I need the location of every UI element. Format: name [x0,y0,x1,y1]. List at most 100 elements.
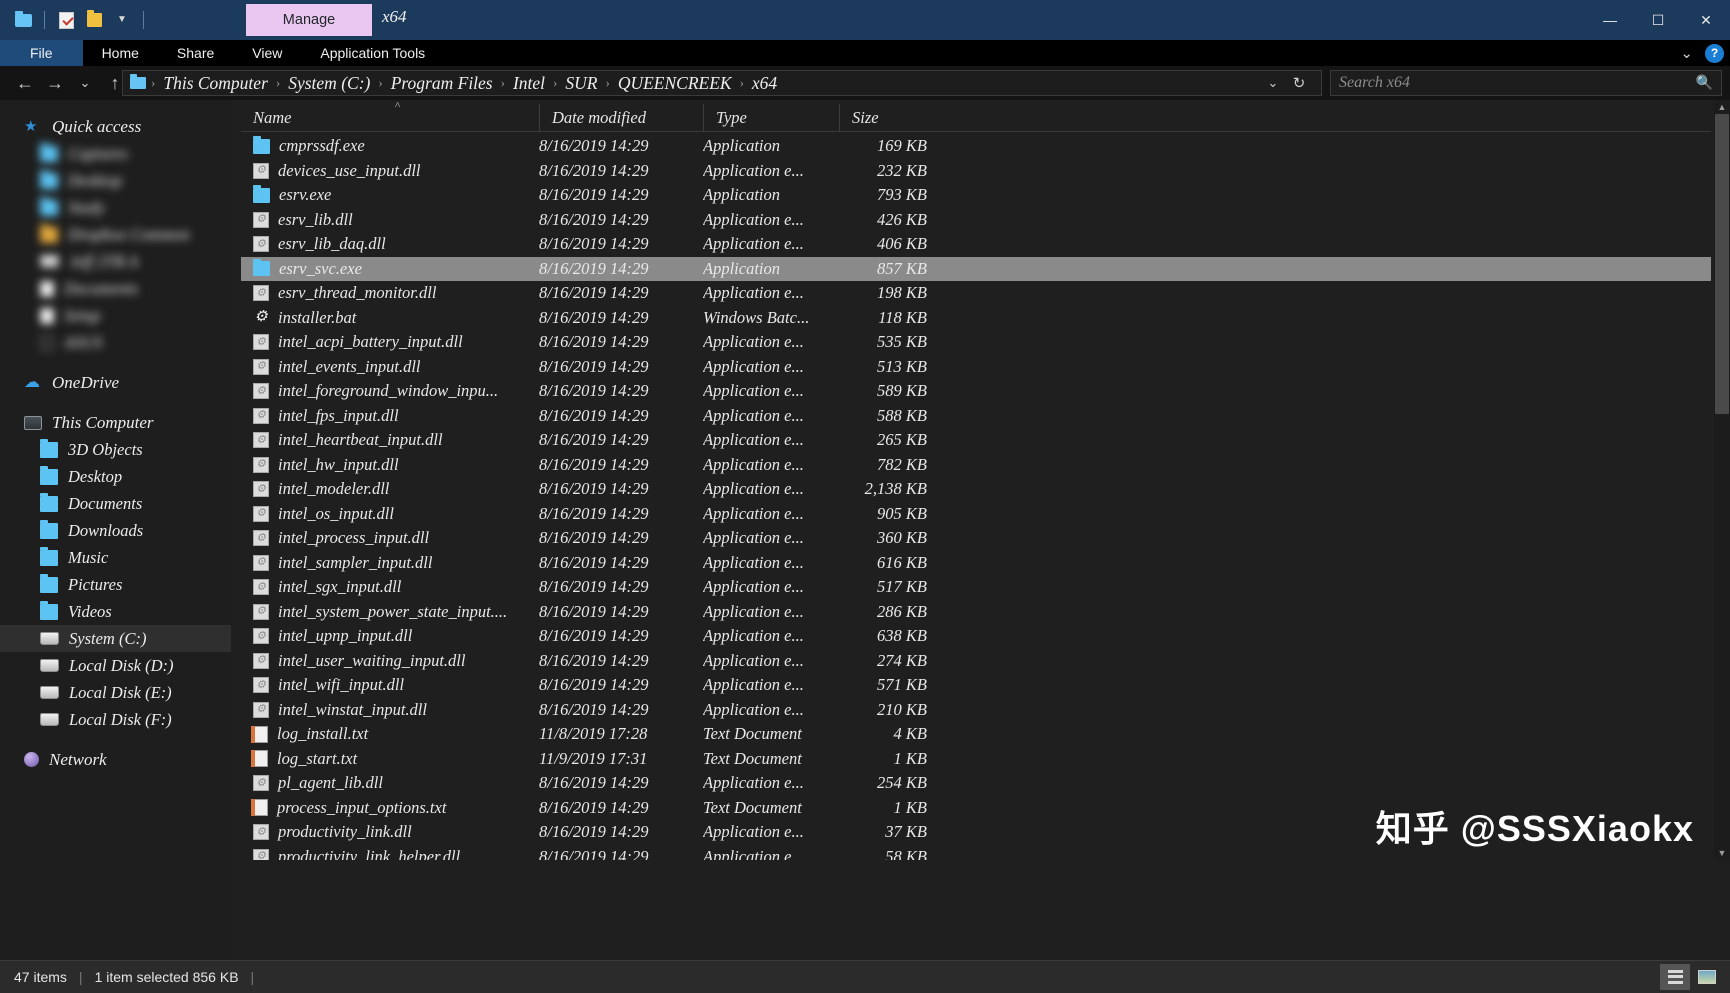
sidebar-item-downloads[interactable]: Downloads [0,517,231,544]
tab-share[interactable]: Share [158,40,233,66]
breadcrumb-system-c[interactable]: System (C:) [285,73,373,94]
new-folder-icon[interactable] [81,7,107,33]
sidebar-item-onedrive[interactable]: ☁ OneDrive [0,369,231,396]
table-row[interactable]: intel_winstat_input.dll 8/16/2019 14:29 Ap… [241,698,1711,723]
table-row[interactable]: ⚙ installer.bat 8/16/2019 14:29 Windows Bat… [241,306,1711,331]
sidebar-item-qa-6[interactable]: Setup [0,302,231,329]
table-row[interactable]: esrv_svc.exe 8/16/2019 14:29 Application 85… [241,256,1711,281]
breadcrumb[interactable]: › This Computer › System (C:) › Program … [122,70,1322,96]
breadcrumb-this-computer[interactable]: This Computer [160,73,271,94]
sidebar-item-quick-access[interactable]: ★ Quick access [0,113,231,140]
sidebar-item-music[interactable]: Music [0,544,231,571]
table-row[interactable]: intel_events_input.dll 8/16/2019 14:29 App… [241,355,1711,380]
table-row[interactable]: esrv_lib.dll 8/16/2019 14:29 Application e… [241,208,1711,233]
chevron-down-icon[interactable]: ⌄ [1680,44,1693,62]
file-rows[interactable]: cmprssdf.exe 8/16/2019 14:29 Application 16… [241,134,1711,866]
table-row[interactable]: intel_system_power_state_input.... 8/16/2… [241,600,1711,625]
refresh-icon[interactable]: ↻ [1286,71,1312,95]
table-row[interactable]: esrv_lib_daq.dll 8/16/2019 14:29 Applicati… [241,232,1711,257]
properties-icon[interactable] [53,7,79,33]
table-row[interactable]: intel_fps_input.dll 8/16/2019 14:29 Applic… [241,404,1711,429]
tab-manage[interactable]: Manage [246,4,372,36]
search-icon[interactable]: 🔍 [1696,75,1713,92]
back-button[interactable]: ← [10,69,40,97]
search-input[interactable] [1339,74,1679,92]
breadcrumb-separator-6[interactable]: › [735,75,749,91]
sidebar-item-videos[interactable]: Videos [0,598,231,625]
details-view-icon[interactable] [1660,964,1690,990]
chevron-down-icon[interactable]: ▼ [109,7,135,33]
table-row[interactable]: cmprssdf.exe 8/16/2019 14:29 Application 16… [241,134,1711,159]
table-row[interactable]: intel_upnp_input.dll 8/16/2019 14:29 Appli… [241,624,1711,649]
sidebar-item-network[interactable]: Network [0,746,231,773]
table-row[interactable]: intel_user_waiting_input.dll 8/16/2019 14… [241,649,1711,674]
table-row[interactable]: intel_modeler.dll 8/16/2019 14:29 Applicat… [241,477,1711,502]
tab-application-tools[interactable]: Application Tools [301,40,444,66]
sidebar-item-local-disk-d[interactable]: Local Disk (D:) [0,652,231,679]
sidebar-item-qa-5[interactable]: Documents [0,275,231,302]
breadcrumb-separator-5[interactable]: › [600,75,614,91]
column-header-date-modified[interactable]: Date modified [539,103,703,132]
table-row[interactable]: intel_hw_input.dll 8/16/2019 14:29 Applica… [241,453,1711,478]
sidebar-item-qa-4[interactable]: Jeff 2TB A [0,248,231,275]
breadcrumb-separator-3[interactable]: › [496,75,510,91]
vertical-scrollbar[interactable]: ▲ ▼ [1714,100,1730,860]
scrollbar-thumb[interactable] [1715,114,1729,414]
tab-view[interactable]: View [233,40,301,66]
sidebar-item-pictures[interactable]: Pictures [0,571,231,598]
column-header-size[interactable]: Size [839,103,931,132]
recent-locations-icon[interactable]: ⌄ [70,69,100,97]
tab-file[interactable]: File [0,40,83,66]
sidebar-item-qa-3[interactable]: Dropbox Common [0,221,231,248]
scroll-down-arrow-icon[interactable]: ▼ [1714,846,1730,860]
sidebar-item-this-computer[interactable]: This Computer [0,409,231,436]
column-header-name[interactable]: Name [241,104,539,132]
sidebar-item-documents[interactable]: Documents [0,490,231,517]
sidebar-item-desktop[interactable]: Desktop [0,463,231,490]
tab-home[interactable]: Home [83,40,158,66]
table-row[interactable]: intel_foreground_window_inpu... 8/16/2019… [241,379,1711,404]
sidebar-item-qa-1[interactable]: Desktop [0,167,231,194]
table-row[interactable]: esrv.exe 8/16/2019 14:29 Application 793 KB [241,183,1711,208]
table-row[interactable]: log_install.txt 11/8/2019 17:28 Text Docum… [241,722,1711,747]
table-row[interactable]: intel_os_input.dll 8/16/2019 14:29 Applica… [241,502,1711,527]
breadcrumb-separator-1[interactable]: › [271,75,285,91]
breadcrumb-separator-4[interactable]: › [548,75,562,91]
table-row[interactable]: intel_sampler_input.dll 8/16/2019 14:29 Ap… [241,551,1711,576]
table-row[interactable]: intel_heartbeat_input.dll 8/16/2019 14:29… [241,428,1711,453]
breadcrumb-intel[interactable]: Intel [510,73,548,94]
navigation-pane[interactable]: ★ Quick access Captures Desktop Study Dr… [0,100,231,860]
forward-button[interactable]: → [40,69,70,97]
sidebar-item-system-c[interactable]: System (C:) [0,625,231,652]
breadcrumb-x64[interactable]: x64 [749,73,780,94]
breadcrumb-separator-2[interactable]: › [373,75,387,91]
sidebar-item-qa-0[interactable]: Captures [0,140,231,167]
breadcrumb-queencreek[interactable]: QUEENCREEK [615,73,735,94]
sidebar-item-local-disk-f[interactable]: Local Disk (F:) [0,706,231,733]
sidebar-item-3d-objects[interactable]: 3D Objects [0,436,231,463]
sidebar-item-local-disk-e[interactable]: Local Disk (E:) [0,679,231,706]
sidebar-label-local-disk-f: Local Disk (F:) [69,709,172,729]
close-button[interactable]: ✕ [1682,0,1730,40]
table-row[interactable]: esrv_thread_monitor.dll 8/16/2019 14:29 Ap… [241,281,1711,306]
search-box[interactable]: 🔍 [1330,70,1722,96]
large-icons-view-icon[interactable] [1692,964,1722,990]
chevron-down-icon[interactable]: ⌄ [1260,71,1286,95]
table-row[interactable]: pl_agent_lib.dll 8/16/2019 14:29 Applicati… [241,771,1711,796]
table-row[interactable]: intel_sgx_input.dll 8/16/2019 14:29 Applic… [241,575,1711,600]
scroll-up-arrow-icon[interactable]: ▲ [1714,100,1730,114]
maximize-button[interactable]: ☐ [1634,0,1682,40]
table-row[interactable]: log_start.txt 11/9/2019 17:31 Text Documen… [241,747,1711,772]
table-row[interactable]: devices_use_input.dll 8/16/2019 14:29 Appl… [241,159,1711,184]
column-header-type[interactable]: Type [703,103,839,132]
folder-icon[interactable] [10,7,36,33]
table-row[interactable]: intel_process_input.dll 8/16/2019 14:29 Ap… [241,526,1711,551]
minimize-button[interactable]: — [1586,0,1634,40]
sidebar-item-qa-7[interactable]: ASUS [0,329,231,356]
table-row[interactable]: intel_wifi_input.dll 8/16/2019 14:29 Appli… [241,673,1711,698]
breadcrumb-program-files[interactable]: Program Files [388,73,496,94]
sidebar-item-qa-2[interactable]: Study [0,194,231,221]
table-row[interactable]: intel_acpi_battery_input.dll 8/16/2019 14… [241,330,1711,355]
help-icon[interactable]: ? [1705,43,1724,63]
breadcrumb-sur[interactable]: SUR [562,73,600,94]
